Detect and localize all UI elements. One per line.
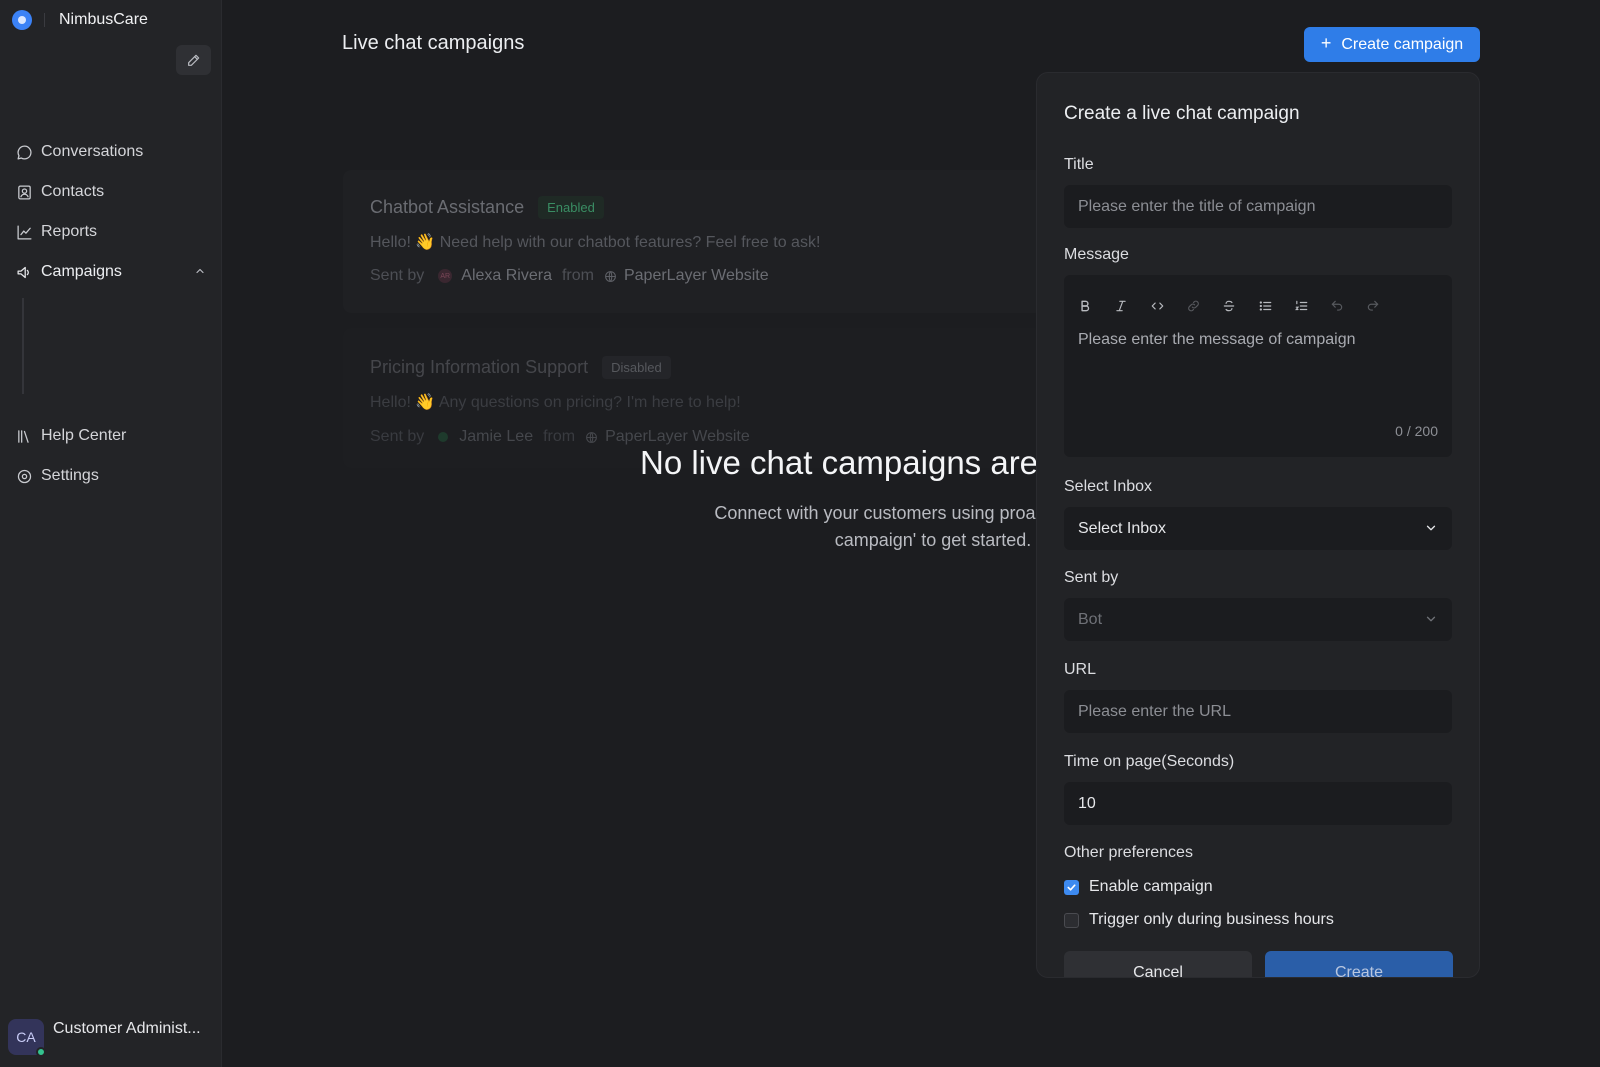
code-icon[interactable] — [1150, 297, 1186, 315]
megaphone-icon — [15, 263, 33, 281]
from-label: from — [561, 267, 594, 284]
page-title: Live chat campaigns — [342, 32, 525, 54]
numbered-list-icon[interactable] — [1294, 297, 1330, 315]
checkbox-unchecked-icon — [1064, 912, 1079, 928]
inbox-label: Select Inbox — [1064, 478, 1153, 495]
url-label: URL — [1064, 661, 1097, 678]
link-icon[interactable] — [1186, 297, 1222, 315]
avatar-initials: CA — [16, 1029, 36, 1045]
chevron-down-icon — [1424, 521, 1438, 540]
undo-icon[interactable] — [1330, 297, 1366, 315]
time-on-page-label: Time on page(Seconds) — [1064, 753, 1235, 770]
sent-by-select-value: Bot — [1078, 610, 1103, 628]
enable-campaign-label: Enable campaign — [1089, 878, 1213, 895]
create-button[interactable]: Create — [1265, 951, 1453, 977]
checkbox-checked-icon — [1064, 879, 1079, 895]
plus-icon: + — [1320, 33, 1332, 53]
strikethrough-icon[interactable] — [1222, 297, 1258, 315]
italic-icon[interactable] — [1114, 297, 1150, 315]
sidebar-item-conversations[interactable]: Conversations — [15, 140, 210, 164]
brand-divider — [44, 13, 45, 27]
library-icon — [15, 427, 33, 445]
create-campaign-modal: Create a live chat campaign Title Please… — [1036, 72, 1480, 978]
brand-logo-icon — [12, 10, 32, 30]
globe-icon — [585, 431, 598, 444]
sidebar-item-label: Settings — [41, 467, 99, 484]
inbox-select[interactable]: Select Inbox — [1064, 507, 1452, 550]
chevron-down-icon — [1424, 612, 1438, 631]
campaign-title: Pricing Information Support — [370, 357, 589, 377]
campaign-card-header: Chatbot Assistance Enabled — [370, 196, 604, 219]
redo-icon[interactable] — [1366, 297, 1402, 315]
brand[interactable]: NimbusCare — [12, 10, 148, 30]
sidebar-item-label: Contacts — [41, 183, 105, 200]
sender-avatar-icon — [438, 432, 449, 442]
bullet-list-icon[interactable] — [1258, 297, 1294, 315]
url-input[interactable]: Please enter the URL — [1064, 690, 1452, 733]
sidebar-item-settings[interactable]: Settings — [15, 464, 210, 488]
globe-icon — [604, 270, 617, 283]
bold-icon[interactable] — [1078, 297, 1114, 315]
sent-by-label: Sent by — [1064, 569, 1119, 586]
sidebar: NimbusCare Conversations Contacts Report… — [0, 0, 222, 1067]
title-label: Title — [1064, 156, 1094, 173]
sidebar-item-label: Reports — [41, 223, 98, 240]
create-campaign-button[interactable]: + Create campaign — [1304, 27, 1480, 62]
modal-title: Create a live chat campaign — [1064, 103, 1300, 124]
sender-avatar: AR — [438, 269, 453, 283]
campaigns-submenu-line — [22, 298, 24, 394]
campaign-message: Hello! 👋 Any questions on pricing? I'm h… — [370, 394, 741, 411]
status-badge: Disabled — [602, 356, 671, 379]
brand-name: NimbusCare — [59, 11, 148, 28]
from-label: from — [543, 428, 576, 445]
other-preferences-label: Other preferences — [1064, 844, 1193, 861]
business-hours-checkbox[interactable]: Trigger only during business hours — [1064, 911, 1334, 929]
inbox-name: PaperLayer Website — [623, 267, 769, 284]
campaign-message: Hello! 👋 Need help with our chatbot feat… — [370, 234, 821, 251]
sent-by-label: Sent by — [370, 428, 425, 445]
sidebar-item-campaigns[interactable]: Campaigns — [15, 260, 210, 284]
campaign-title: Chatbot Assistance — [370, 197, 525, 217]
chevron-up-icon[interactable] — [194, 264, 206, 282]
editor-toolbar — [1078, 297, 1402, 315]
sidebar-item-label: Help Center — [41, 427, 127, 444]
chart-line-icon — [15, 223, 33, 241]
campaign-card-header: Pricing Information Support Disabled — [370, 356, 671, 379]
message-editor[interactable]: Please enter the message of campaign 0 /… — [1064, 275, 1452, 457]
status-badge: Enabled — [538, 196, 604, 219]
gear-icon — [15, 467, 33, 485]
empty-state-title: No live chat campaigns are — [640, 444, 1039, 481]
inbox-select-value: Select Inbox — [1078, 519, 1167, 537]
time-on-page-input[interactable]: 10 — [1064, 782, 1452, 825]
sidebar-item-help-center[interactable]: Help Center — [15, 424, 210, 448]
sidebar-item-contacts[interactable]: Contacts — [15, 180, 210, 204]
profile-name: Customer Administ... — [53, 1020, 201, 1037]
pencil-icon — [187, 54, 199, 66]
character-counter: 0 / 200 — [1395, 423, 1438, 439]
title-input[interactable]: Please enter the title of campaign — [1064, 185, 1452, 228]
cancel-button[interactable]: Cancel — [1064, 951, 1252, 977]
create-campaign-label: Create campaign — [1341, 35, 1464, 53]
user-profile[interactable]: CA Customer Administ... — [8, 1019, 201, 1057]
message-placeholder: Please enter the message of campaign — [1078, 331, 1356, 348]
online-status-dot — [36, 1047, 46, 1057]
chat-bubble-icon — [15, 143, 33, 161]
business-hours-label: Trigger only during business hours — [1089, 911, 1334, 928]
sent-by-label: Sent by — [370, 267, 425, 284]
message-label: Message — [1064, 246, 1129, 263]
contact-card-icon — [15, 183, 33, 201]
sidebar-item-reports[interactable]: Reports — [15, 220, 210, 244]
avatar: CA — [8, 1019, 46, 1057]
compose-button[interactable] — [176, 45, 211, 75]
sender-name: Alexa Rivera — [461, 267, 552, 284]
campaign-sender-row: Sent by AR Alexa Rivera from PaperLayer … — [370, 267, 769, 285]
sent-by-select[interactable]: Bot — [1064, 598, 1452, 641]
sidebar-item-label: Conversations — [41, 143, 144, 160]
sender-name: Jamie Lee — [459, 428, 534, 445]
sidebar-item-label: Campaigns — [41, 263, 122, 280]
enable-campaign-checkbox[interactable]: Enable campaign — [1064, 878, 1213, 896]
